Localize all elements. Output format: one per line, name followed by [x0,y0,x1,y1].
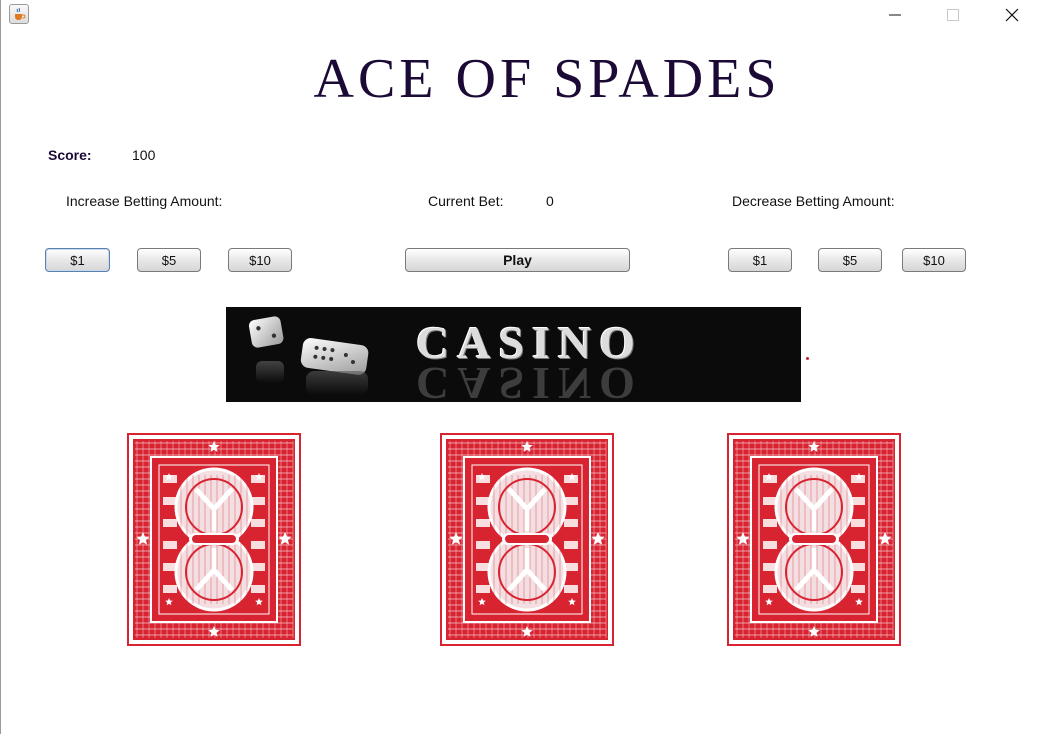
score-value: 100 [132,147,156,163]
casino-banner-reflection: CASINO [416,358,643,402]
casino-banner: CASINO CASINO [226,307,801,402]
minimize-button[interactable] [872,0,918,30]
increase-bet-label: Increase Betting Amount: [66,193,223,209]
decrease-1-button[interactable]: $1 [728,248,792,272]
minimize-icon [889,14,901,16]
increase-1-button[interactable]: $1 [45,248,110,272]
card-back-pattern [733,439,895,640]
game-title: ACE OF SPADES [313,48,781,110]
play-button[interactable]: Play [405,248,630,272]
maximize-button[interactable] [930,0,976,30]
decrease-bet-label: Decrease Betting Amount: [732,193,895,209]
close-button[interactable] [989,0,1035,30]
maximize-icon [947,9,959,21]
java-coffee-cup-icon[interactable] [9,4,29,24]
decrease-5-button[interactable]: $5 [818,248,882,272]
score-label: Score: [48,147,92,163]
card-back-pattern [133,439,295,640]
card-back-2[interactable] [440,433,614,646]
close-icon [1005,8,1019,22]
current-bet-value: 0 [546,193,554,209]
card-back-pattern [446,439,608,640]
increase-10-button[interactable]: $10 [228,248,292,272]
card-back-1[interactable] [127,433,301,646]
increase-5-button[interactable]: $5 [137,248,201,272]
red-dot [806,357,809,360]
current-bet-label: Current Bet: [428,193,504,209]
decrease-10-button[interactable]: $10 [902,248,966,272]
card-back-3[interactable] [727,433,901,646]
